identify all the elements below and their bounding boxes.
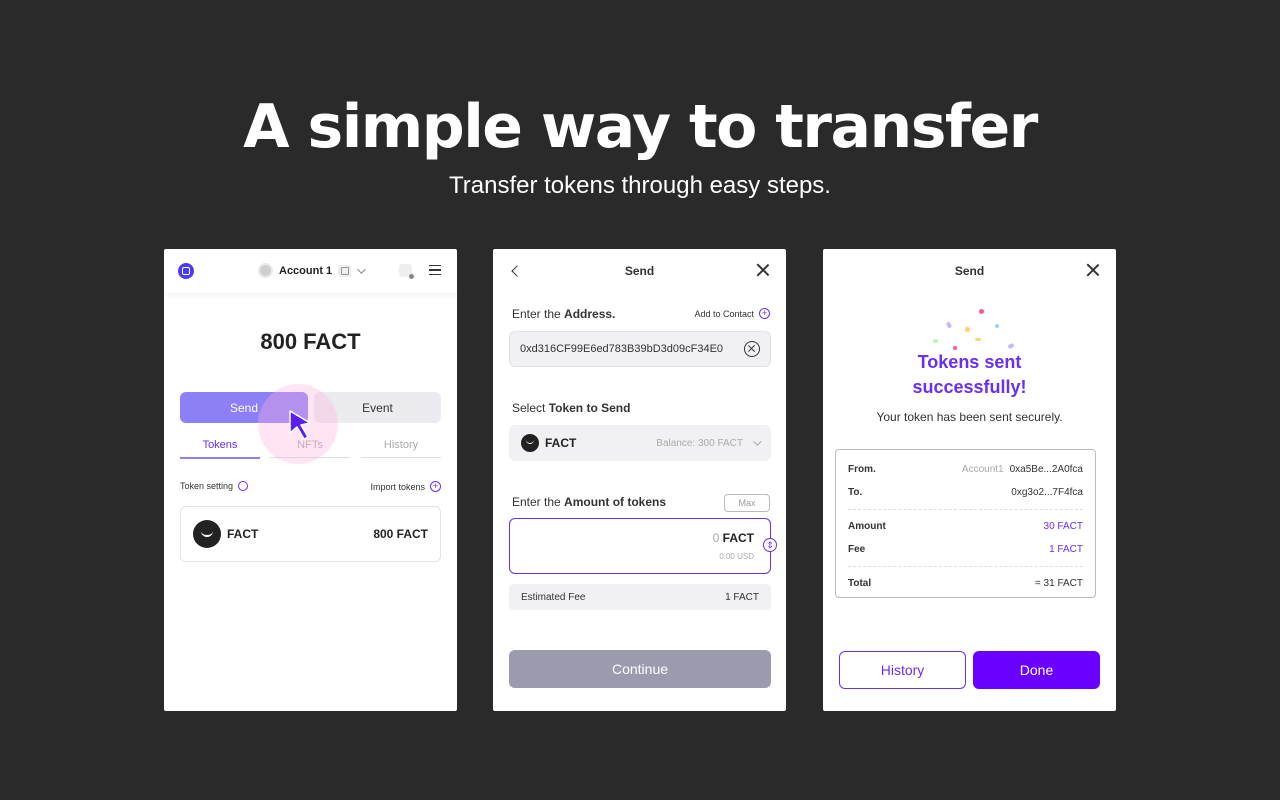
amount-label: Amount [848, 521, 886, 532]
address-input[interactable]: 0xd316CF99E6ed783B39bD3d09cF34E0 [509, 331, 771, 367]
account-name: Account 1 [279, 264, 333, 277]
success-heading: Tokens sent successfully! [823, 350, 1116, 400]
wallet-header: Account 1 [164, 249, 457, 293]
tab-history[interactable]: History [361, 439, 441, 458]
address-label: Enter the Address. [512, 307, 615, 321]
send-form-header: Send [493, 249, 786, 293]
from-account: Account1 [961, 464, 1004, 475]
to-address: 0xg3o2...7F4fca [1011, 487, 1083, 498]
success-subtitle: Your token has been sent securely. [876, 410, 1063, 424]
clear-icon[interactable] [744, 341, 760, 357]
confetti-icon [995, 324, 999, 328]
swap-units-icon[interactable]: ⇕ [763, 538, 777, 552]
fee-value: 1 FACT [1049, 544, 1083, 555]
success-header: Send [823, 249, 1116, 293]
app-logo-icon[interactable] [178, 263, 194, 279]
close-icon[interactable] [756, 263, 770, 277]
cursor-arrow-icon [289, 410, 311, 440]
fee-value: 1 FACT [725, 591, 759, 603]
summary-to-row: To. 0xg3o2...7F4fca [848, 481, 1083, 504]
divider [848, 509, 1083, 510]
send-form-panel: Send Enter the Address. Add to Contact +… [493, 249, 786, 711]
add-to-contact-link[interactable]: Add to Contact + [694, 308, 770, 319]
selected-token-name: FACT [545, 436, 577, 450]
confetti-icon [975, 338, 981, 341]
account-selector[interactable]: Account 1 [258, 263, 366, 278]
amount-usd: 0.00 USD [719, 552, 754, 561]
hero-subtitle: Transfer tokens through easy steps. [449, 172, 831, 199]
total-value: = 31 FACT [1034, 578, 1083, 589]
transfer-summary: From. Account1 0xa5Be...2A0fca To. 0xg3o… [835, 449, 1096, 598]
hero-title: A simple way to transfer [243, 92, 1038, 162]
token-name: FACT [227, 527, 259, 541]
fee-label: Estimated Fee [521, 591, 586, 603]
token-label-bold: Token to Send [548, 401, 631, 415]
from-address: 0xa5Be...2A0fca [1009, 464, 1083, 475]
amount-value: 0 FACT [713, 531, 754, 545]
success-heading-line2: successfully! [912, 377, 1027, 397]
summary-fee-row: Fee 1 FACT [848, 538, 1083, 561]
plus-circle-icon: + [430, 481, 441, 492]
summary-from-row: From. Account1 0xa5Be...2A0fca [848, 458, 1083, 481]
divider [848, 566, 1083, 567]
back-icon[interactable] [511, 265, 523, 277]
estimated-fee-row: Estimated Fee 1 FACT [509, 584, 771, 610]
token-amount: 800 FACT [373, 527, 428, 541]
amount-value: 30 FACT [1043, 521, 1083, 532]
chevron-down-icon [753, 437, 762, 446]
plus-circle-icon: + [759, 308, 770, 319]
from-label: From. [848, 464, 876, 475]
confetti-icon [979, 309, 984, 314]
token-setting-label: Token setting [180, 481, 234, 491]
address-label-bold: Address. [564, 307, 616, 321]
amount-label-bold: Amount of tokens [564, 495, 667, 509]
token-select-label: Select Token to Send [512, 401, 630, 415]
qr-code-icon[interactable] [399, 264, 414, 279]
summary-amount-row: Amount 30 FACT [848, 515, 1083, 538]
history-button[interactable]: History [839, 651, 966, 689]
confetti-icon [945, 321, 953, 329]
wallet-panel: Account 1 800 FACT Send Event Tokens NFT… [164, 249, 457, 711]
send-form-title: Send [624, 264, 655, 278]
token-setting-link[interactable]: Token setting [180, 481, 249, 491]
address-label-text: Enter the [512, 307, 565, 321]
add-contact-label: Add to Contact [694, 308, 754, 319]
send-success-panel: Send Tokens sent successfully! Your toke… [823, 249, 1116, 711]
amount-label-text: Enter the [512, 495, 565, 509]
done-button[interactable]: Done [973, 651, 1100, 689]
copy-icon[interactable] [338, 264, 352, 277]
avatar [258, 263, 273, 278]
menu-icon[interactable] [429, 265, 441, 275]
success-title: Send [954, 264, 985, 278]
wallet-balance: 800 FACT [260, 329, 361, 354]
confetti-icon [1007, 342, 1015, 350]
chevron-down-icon[interactable] [357, 264, 366, 274]
max-button[interactable]: Max [724, 494, 770, 512]
gear-icon [238, 481, 249, 491]
close-icon[interactable] [1086, 263, 1100, 277]
fact-token-icon [521, 434, 539, 452]
fee-label: Fee [848, 544, 866, 555]
continue-button[interactable]: Continue [509, 650, 771, 688]
to-label: To. [848, 487, 863, 498]
total-label: Total [848, 578, 872, 589]
amount-unit: FACT [722, 531, 754, 545]
confetti-icon [964, 326, 971, 333]
amount-label: Enter the Amount of tokens [512, 495, 666, 509]
amount-number: 0 [712, 531, 720, 545]
token-balance: Balance: 300 FACT [656, 437, 743, 449]
amount-input[interactable]: 0 FACT 0.00 USD [509, 518, 771, 574]
token-select-dropdown[interactable]: FACT Balance: 300 FACT [509, 425, 771, 461]
success-heading-line1: Tokens sent [917, 352, 1022, 372]
import-tokens-link[interactable]: Import tokens + [370, 481, 441, 492]
address-value: 0xd316CF99E6ed783B39bD3d09cF34E0 [520, 343, 724, 355]
tab-tokens[interactable]: Tokens [180, 439, 260, 459]
import-tokens-label: Import tokens [370, 481, 425, 492]
fact-token-icon [193, 520, 221, 548]
summary-total-row: Total = 31 FACT [848, 572, 1083, 595]
token-list-item[interactable]: FACT 800 FACT [180, 506, 441, 562]
token-label-text: Select [512, 401, 549, 415]
confetti-icon [933, 339, 938, 343]
